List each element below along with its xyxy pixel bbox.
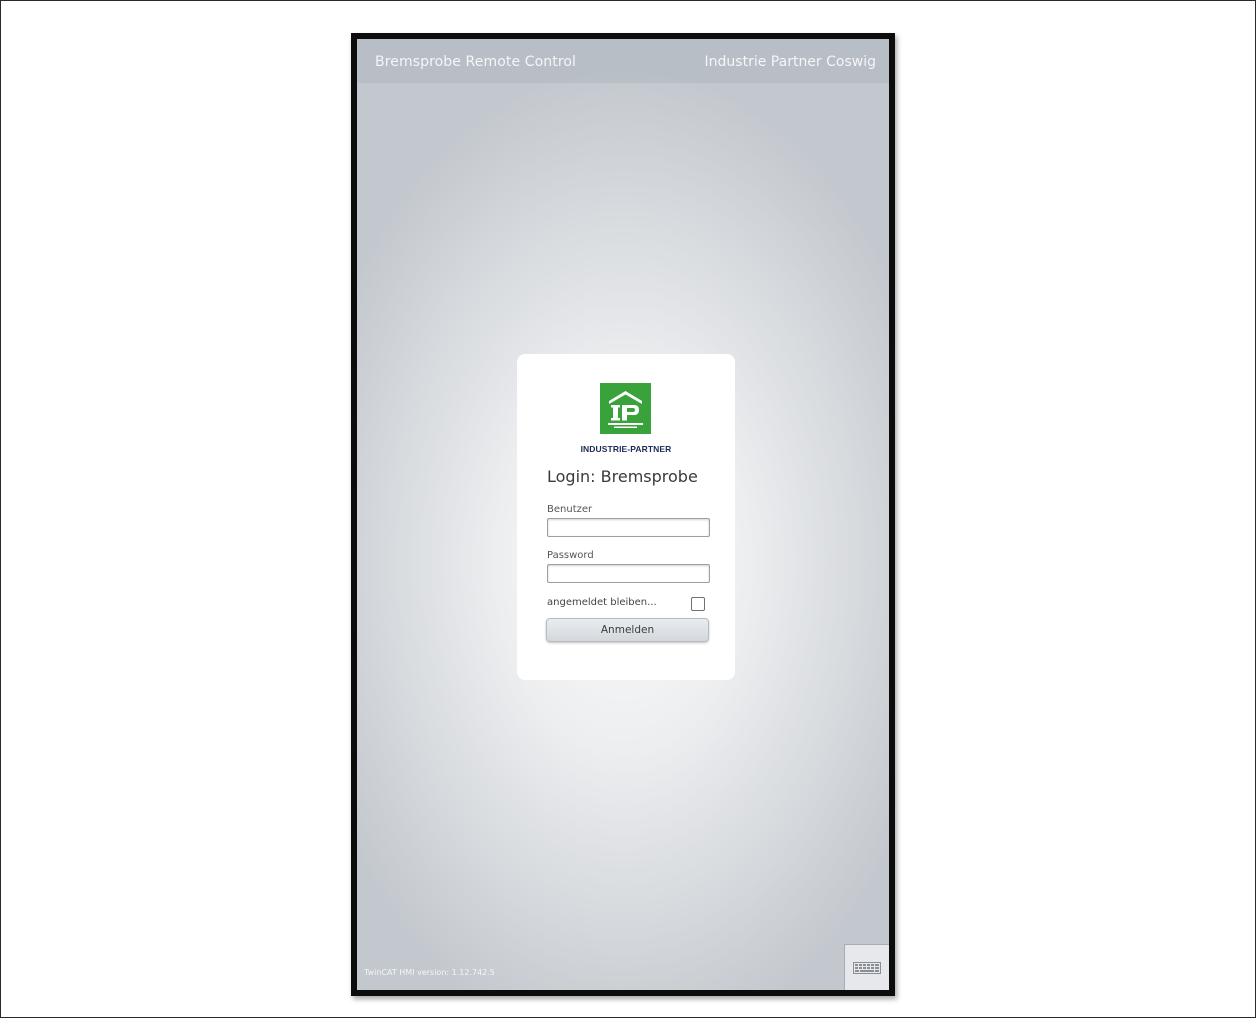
username-label: Benutzer <box>547 504 593 515</box>
keyboard-button[interactable] <box>844 944 889 990</box>
ip-house-logo-icon <box>600 383 651 434</box>
logo-brand-text: INDUSTRIE-PARTNER <box>580 444 672 454</box>
remember-me-label: angemeldet bleiben... <box>547 597 657 608</box>
hmi-screen: Bremsprobe Remote Control Industrie Part… <box>357 39 889 990</box>
login-title: Login: Bremsprobe <box>547 467 698 486</box>
industrie-partner-logo <box>600 383 651 434</box>
keyboard-icon <box>853 962 881 974</box>
password-label: Password <box>547 550 594 561</box>
username-input[interactable] <box>547 518 710 537</box>
remember-me-checkbox[interactable] <box>691 597 705 611</box>
company-name: Industrie Partner Coswig <box>704 54 876 70</box>
version-text: TwinCAT HMI version: 1.12.742.5 <box>364 968 495 977</box>
app-title: Bremsprobe Remote Control <box>375 54 577 70</box>
login-card: INDUSTRIE-PARTNER Login: Bremsprobe Benu… <box>517 354 735 680</box>
header-bar: Bremsprobe Remote Control Industrie Part… <box>357 39 889 83</box>
hmi-device-frame: Bremsprobe Remote Control Industrie Part… <box>351 33 895 996</box>
password-input[interactable] <box>547 564 710 583</box>
login-button[interactable]: Anmelden <box>546 618 709 642</box>
